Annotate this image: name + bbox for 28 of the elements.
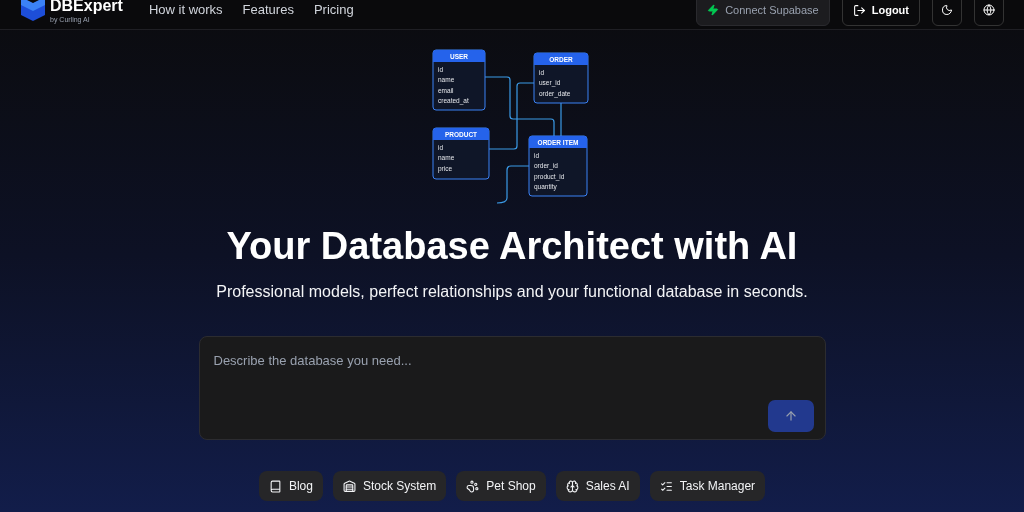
example-chip[interactable]: Stock System [332,471,447,501]
hero-title: Your Database Architect with AI [225,224,799,268]
moon-icon [941,4,953,16]
warehouse-icon [342,479,356,493]
example-chip[interactable]: Task Manager [649,471,766,501]
connector-line [496,165,530,204]
example-chip[interactable]: Blog [258,471,323,501]
logout-button[interactable]: Logout [841,0,920,26]
hero-subtitle: Professional models, perfect relationships and your functional database in seconds. [215,282,809,302]
example-chip[interactable]: Pet Shop [456,471,546,501]
bolt-icon [707,4,720,16]
connect-supabase-button[interactable]: Connect Supabase [696,0,830,26]
language-button[interactable] [974,0,1004,26]
globe-icon [983,4,995,16]
submit-button[interactable] [767,400,814,432]
brain-icon [565,479,579,493]
prompt-field[interactable]: Describe the database you need... [198,336,826,440]
nav-link[interactable]: Features [242,0,294,20]
connector-line [560,102,562,137]
example-chip[interactable]: Sales AI [555,471,640,501]
theme-toggle-button[interactable] [932,0,962,26]
checklist-icon [659,479,673,493]
nav-link[interactable]: Pricing [313,0,354,20]
logout-icon [852,3,866,17]
book-icon [268,479,282,493]
brand-name: DBExpert [50,0,123,14]
nav-link[interactable]: How it works [148,0,223,20]
paw-icon [466,479,480,493]
